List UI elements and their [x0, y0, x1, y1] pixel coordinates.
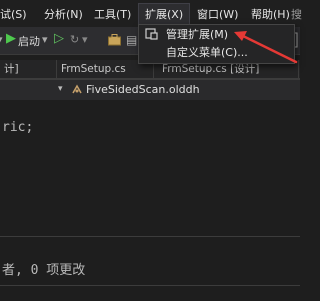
git-changes-panel: 者, 0 项更改 [0, 236, 300, 301]
member-icon [72, 84, 82, 94]
refresh-dropdown-icon[interactable]: ▾ [82, 33, 88, 46]
extension-manager-icon [145, 28, 158, 40]
menu-bar: 试(S) 分析(N) 工具(T) 扩展(X) 窗口(W) 帮助(H) 搜 [0, 0, 302, 27]
menu-item-manage-extensions[interactable]: 管理扩展(M) [139, 26, 294, 44]
nav-dropdown-icon[interactable]: ▾ [58, 84, 63, 94]
panel-divider [0, 285, 300, 286]
nav-member-label[interactable]: FiveSidedScan.olddh [86, 83, 200, 96]
navigation-bar: ▾ FiveSidedScan.olddh [0, 80, 300, 100]
menu-analyze[interactable]: 分析(N) [44, 6, 83, 22]
changes-status-text: 者, 0 项更改 [2, 263, 86, 278]
code-line: ric; [2, 120, 34, 135]
start-icon[interactable]: ▶ [6, 31, 16, 46]
search-box[interactable]: 搜 [291, 6, 302, 22]
start-dropdown-icon[interactable]: ▾ [42, 33, 48, 46]
menu-debug[interactable]: 试(S) [0, 6, 27, 22]
menu-window[interactable]: 窗口(W) [197, 6, 238, 22]
menu-extensions[interactable]: 扩展(X) [138, 3, 191, 26]
menu-tools[interactable]: 工具(T) [94, 6, 131, 22]
tab-design[interactable]: 计] [0, 60, 57, 78]
toolbox-icon[interactable] [108, 34, 121, 46]
start-without-debug-icon[interactable]: ▷ [54, 31, 64, 46]
toolbar-button-icon[interactable]: ▤ [126, 33, 137, 47]
menu-item-customize-menu[interactable]: 自定义菜单(C)... [139, 44, 294, 62]
menu-help[interactable]: 帮助(H) [251, 6, 290, 22]
toolbar-dropdown-icon[interactable]: ▾ [0, 33, 3, 46]
extensions-menu-dropdown: 管理扩展(M) 自定义菜单(C)... [138, 24, 295, 64]
refresh-icon[interactable]: ↻ [70, 33, 79, 46]
code-editor[interactable]: ric; [0, 102, 300, 236]
start-button[interactable]: 启动 [18, 33, 40, 49]
menu-item-label: 管理扩展(M) [166, 28, 229, 41]
menu-item-label: 自定义菜单(C)... [166, 46, 248, 59]
